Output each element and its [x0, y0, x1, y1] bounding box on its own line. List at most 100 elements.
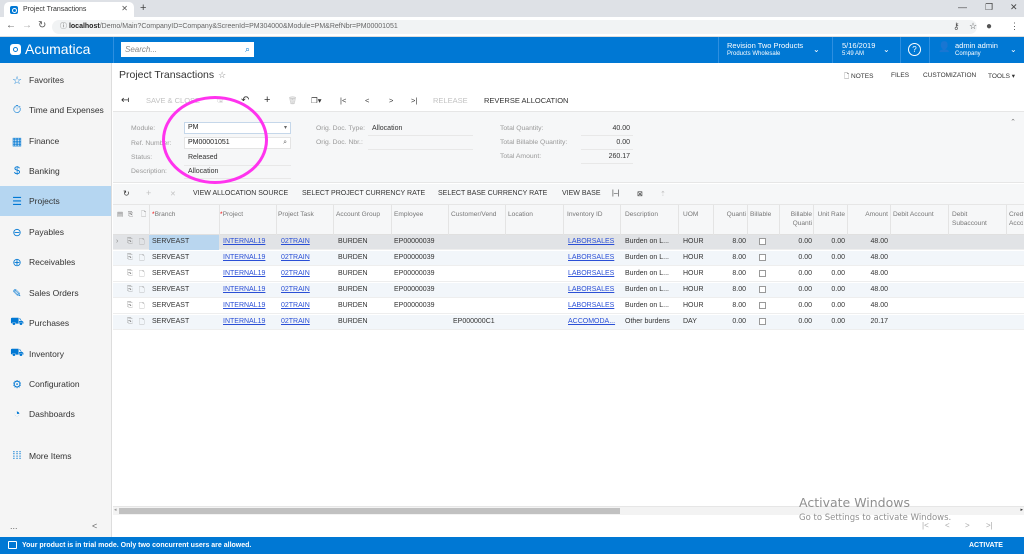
cell-link[interactable]: 02TRAIN: [281, 302, 310, 309]
bookmark-star-icon[interactable]: ☆: [969, 21, 977, 32]
browser-tab[interactable]: Project Transactions ✕: [4, 2, 134, 17]
add-icon[interactable]: +: [264, 94, 270, 106]
customization-button[interactable]: CUSTOMIZATION: [923, 72, 976, 79]
branch-selector[interactable]: Revision Two Products Products Wholesale: [727, 41, 803, 59]
sidebar-item-payables[interactable]: ⊖ Payables: [0, 217, 111, 247]
note-icon[interactable]: 🗋: [139, 254, 145, 265]
column-header-branch[interactable]: *Branch: [152, 210, 175, 219]
refresh-icon[interactable]: ↻: [123, 189, 130, 198]
url-input[interactable]: ⓘ localhost/Demo/Main?CompanyID=Company&…: [52, 20, 977, 34]
chevron-down-icon[interactable]: ⌄: [1010, 45, 1017, 54]
previous-record-icon[interactable]: <: [365, 96, 369, 105]
cell-project[interactable]: INTERNAL19: [223, 302, 265, 309]
last-page-icon[interactable]: >|: [986, 521, 993, 530]
cell-project[interactable]: INTERNAL19: [223, 318, 265, 325]
files-button[interactable]: FILES: [891, 72, 909, 79]
table-row[interactable]: ⎘ 🗋 SERVEAST INTERNAL19 02TRAIN BURDEN EP00000…: [113, 267, 1024, 282]
delete-icon[interactable]: 🗑: [288, 96, 298, 105]
sidebar-item-banking[interactable]: $ Banking: [0, 156, 111, 186]
table-row[interactable]: ⎘ 🗋 SERVEAST INTERNAL19 02TRAIN BURDEN EP00000…: [113, 251, 1024, 266]
cell-link[interactable]: INTERNAL19: [223, 318, 265, 325]
next-page-icon[interactable]: >: [965, 521, 970, 530]
cell-link[interactable]: 02TRAIN: [281, 238, 310, 245]
next-record-icon[interactable]: >: [389, 96, 393, 105]
cell-project[interactable]: INTERNAL19: [223, 270, 265, 277]
favorite-star-icon[interactable]: ☆: [218, 70, 226, 80]
table-row[interactable]: ⎘ 🗋 SERVEAST INTERNAL19 02TRAIN BURDEN EP00000…: [113, 283, 1024, 298]
cell-link[interactable]: LABORSALES: [568, 286, 614, 293]
cell-task[interactable]: 02TRAIN: [281, 302, 310, 309]
notes-button[interactable]: 🗋 NOTES: [844, 72, 873, 83]
scrollbar-thumb[interactable]: [119, 508, 620, 514]
cell-inventory[interactable]: ACCOMODA...: [568, 318, 615, 325]
view-allocation-source-button[interactable]: VIEW ALLOCATION SOURCE: [193, 190, 288, 197]
collapse-sidebar-icon[interactable]: <: [92, 521, 97, 531]
table-row[interactable]: ⎘ 🗋 SERVEAST INTERNAL19 02TRAIN BURDEN EP00000…: [113, 315, 1024, 330]
scroll-left-icon[interactable]: ◂: [114, 507, 117, 513]
add-row-icon[interactable]: +: [146, 188, 151, 198]
date-selector[interactable]: 5/16/2019 5:49 AM: [842, 41, 875, 59]
cell-task[interactable]: 02TRAIN: [281, 270, 310, 277]
cell-link[interactable]: INTERNAL19: [223, 286, 265, 293]
back-arrow-icon[interactable]: ↤: [121, 95, 129, 106]
cell-task[interactable]: 02TRAIN: [281, 286, 310, 293]
search-icon[interactable]: ⌕: [245, 42, 250, 57]
column-header-project[interactable]: *Project: [220, 210, 243, 219]
cell-link[interactable]: INTERNAL19: [223, 238, 265, 245]
column-header-uom[interactable]: UOM: [683, 210, 698, 219]
cell-link[interactable]: 02TRAIN: [281, 270, 310, 277]
tools-button[interactable]: TOOLS ▾: [988, 72, 1015, 80]
select-base-currency-rate-button[interactable]: SELECT BASE CURRENCY RATE: [438, 190, 547, 197]
cell-link[interactable]: INTERNAL19: [223, 270, 265, 277]
cell-task[interactable]: 02TRAIN: [281, 254, 310, 261]
sidebar-item-projects[interactable]: ☰ Projects: [0, 186, 111, 216]
copy-paste-icon[interactable]: ❐▾: [311, 96, 322, 105]
window-close-icon[interactable]: ✕: [1010, 2, 1018, 13]
delete-row-icon[interactable]: ✕: [170, 190, 176, 198]
restore-icon[interactable]: ❐: [985, 2, 993, 13]
cell-inventory[interactable]: LABORSALES: [568, 254, 614, 261]
note-icon[interactable]: 🗋: [139, 286, 145, 297]
new-tab-icon[interactable]: +: [140, 2, 146, 14]
note-icon[interactable]: 🗋: [139, 238, 145, 249]
column-header-unit-rate[interactable]: Unit Rate: [815, 210, 846, 219]
cell-link[interactable]: LABORSALES: [568, 254, 614, 261]
sidebar-item-more-items[interactable]: ⁞⁞⁞ More Items: [0, 441, 111, 471]
column-header-billable-quantity[interactable]: Billable Quanti: [781, 210, 812, 228]
column-header-employee[interactable]: Employee: [394, 210, 423, 219]
attachment-icon[interactable]: ⎘: [127, 238, 133, 246]
table-row[interactable]: › ⎘ 🗋 SERVEAST INTERNAL19 02TRAIN BURDEN EP0000…: [113, 235, 1024, 250]
cell-task[interactable]: 02TRAIN: [281, 318, 310, 325]
sidebar-item-purchases[interactable]: ⛟ Purchases: [0, 308, 111, 338]
attachment-icon[interactable]: ⎘: [127, 254, 133, 262]
user-menu[interactable]: admin admin Company: [955, 41, 998, 59]
chevron-down-icon[interactable]: ⌄: [883, 45, 890, 54]
sidebar-item-inventory[interactable]: ⛟ Inventory: [0, 339, 111, 369]
sidebar-item-receivables[interactable]: ⊕ Receivables: [0, 247, 111, 277]
close-tab-icon[interactable]: ✕: [121, 4, 128, 13]
back-icon[interactable]: ←: [6, 20, 16, 31]
cell-link[interactable]: INTERNAL19: [223, 302, 265, 309]
column-header-debit-subaccount[interactable]: Debit Subaccount: [952, 210, 997, 228]
cell-project[interactable]: INTERNAL19: [223, 286, 265, 293]
column-header-debit-account[interactable]: Debit Account: [893, 210, 934, 219]
column-header-description[interactable]: Description: [625, 210, 658, 219]
first-record-icon[interactable]: |<: [340, 96, 346, 105]
attachment-icon[interactable]: ⎘: [127, 286, 133, 294]
cell-project[interactable]: INTERNAL19: [223, 238, 265, 245]
cell-link[interactable]: LABORSALES: [568, 302, 614, 309]
table-row[interactable]: ⎘ 🗋 SERVEAST INTERNAL19 02TRAIN BURDEN EP00000…: [113, 299, 1024, 314]
help-icon[interactable]: ?: [908, 43, 921, 56]
column-header-quantity[interactable]: Quanti: [716, 210, 746, 219]
billable-checkbox[interactable]: [759, 254, 766, 261]
forward-icon[interactable]: →: [22, 20, 32, 31]
ref-number-input[interactable]: PM00001051 ⌕: [184, 137, 291, 149]
chevron-down-icon[interactable]: ⌄: [813, 45, 820, 54]
billable-checkbox[interactable]: [759, 238, 766, 245]
column-header-account-group[interactable]: Account Group: [336, 210, 381, 219]
cell-inventory[interactable]: LABORSALES: [568, 302, 614, 309]
column-header-location[interactable]: Location: [508, 210, 533, 219]
view-base-button[interactable]: VIEW BASE: [562, 190, 601, 197]
upload-icon[interactable]: ⇡: [660, 190, 666, 198]
reload-icon[interactable]: ↻: [38, 20, 46, 31]
